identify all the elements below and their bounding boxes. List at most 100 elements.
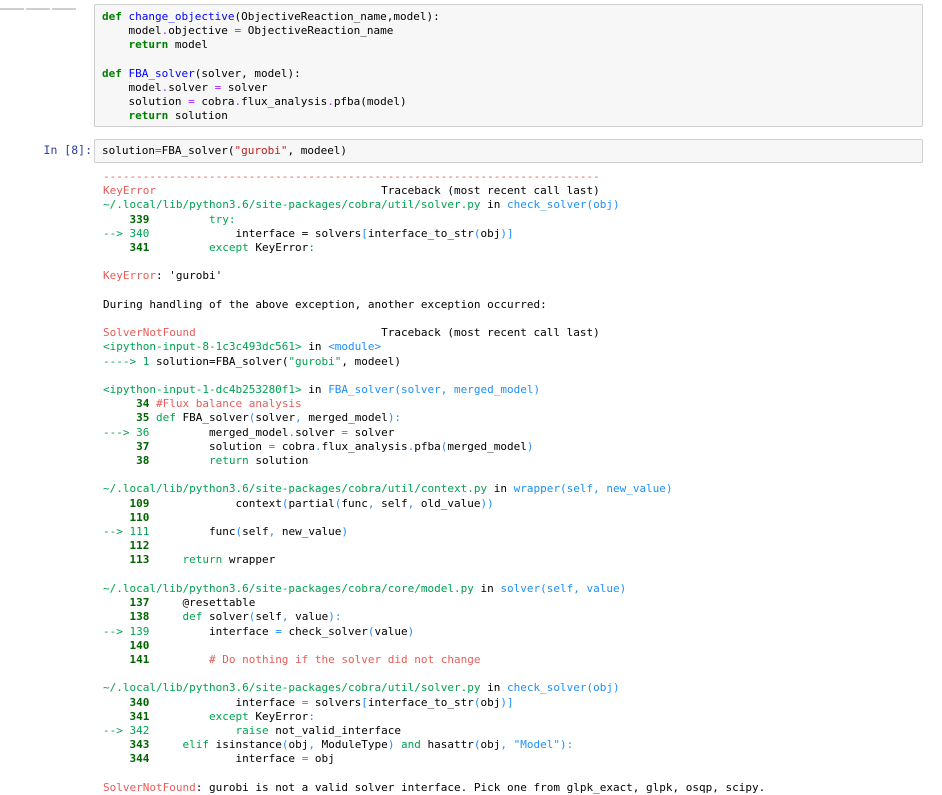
code-token: 37: [103, 439, 156, 453]
cell-code: def change_objective(ObjectiveReaction_n…: [102, 10, 922, 124]
traceback-line: 341 except KeyError:: [103, 710, 933, 724]
code-token: isinstance: [208, 738, 282, 752]
code-token: @resettable: [149, 596, 256, 610]
code-cell-solver-call[interactable]: solution=FBA_solver("gurobi", modeel): [94, 139, 923, 163]
code-token: objective: [168, 24, 235, 38]
code-line: model.solver = solver: [102, 81, 922, 95]
code-token: in: [301, 383, 329, 397]
code-token: pfba: [414, 439, 441, 453]
traceback-line: SolverNotFound Traceback (most recent ca…: [103, 326, 933, 340]
code-token: flux_analysis: [241, 95, 328, 109]
code-line: return solution: [102, 109, 922, 123]
code-token: ~/.local/lib/python3.6/site-packages/cob…: [103, 198, 481, 212]
code-token: # Do nothing if the solver did not chang…: [149, 652, 481, 666]
traceback-line: [103, 284, 933, 298]
traceback-line: [103, 255, 933, 269]
traceback-output: ----------------------------------------…: [103, 170, 933, 795]
code-token: solver: [255, 411, 296, 425]
code-token: #Flux balance analysis: [155, 397, 302, 411]
traceback-line: --> 139 interface = check_solver(value): [103, 625, 933, 639]
traceback-line: ----------------------------------------…: [103, 170, 933, 184]
code-token: def: [102, 10, 129, 23]
code-token: 112: [103, 539, 150, 553]
code-token: 344: [103, 752, 150, 766]
code-token: func: [341, 496, 368, 510]
previous-cell-edge: [0, 0, 90, 10]
code-token: ObjectiveReaction_name: [241, 24, 394, 38]
code-token: FBA_solver(: [161, 144, 235, 157]
traceback-line: 339 try:: [103, 213, 933, 227]
code-line: solution = cobra.flux_analysis.pfba(mode…: [102, 95, 922, 109]
traceback-line: 344 interface = obj: [103, 752, 933, 766]
code-token: cobra: [275, 439, 315, 453]
code-token: --> 139: [103, 624, 150, 638]
code-token: (self, new_value): [559, 482, 673, 496]
traceback-line: --> 111 func(self, new_value): [103, 525, 933, 539]
code-token: solver: [500, 581, 541, 595]
code-token: =: [275, 624, 282, 638]
code-token: ,: [295, 411, 302, 425]
code-token: 110: [103, 510, 150, 524]
code-token: merged_model: [155, 425, 289, 439]
cell-prompt: In [8]:: [43, 143, 92, 157]
code-token: ,: [308, 738, 315, 752]
code-token: def: [155, 411, 176, 425]
code-token: =: [154, 144, 162, 157]
code-token: model: [102, 81, 162, 95]
code-token: ): [526, 439, 534, 453]
traceback-line: ----> 1 solution=FBA_solver("gurobi", mo…: [103, 355, 933, 369]
code-token: --> 342: [103, 723, 150, 737]
code-token: in: [487, 482, 514, 496]
traceback-text: ----------------------------------------…: [103, 170, 933, 795]
code-token: obj: [288, 738, 309, 752]
traceback-line: 37 solution = cobra.flux_analysis.pfba(m…: [103, 440, 933, 454]
code-token: 341: [103, 709, 150, 723]
code-token: --> 111: [103, 525, 150, 539]
code-token: obj: [308, 752, 335, 766]
code-token: interface_to_str: [367, 695, 474, 709]
code-token: ModuleType: [314, 738, 388, 752]
code-token: interface_to_str: [367, 226, 474, 240]
code-token: , modeel): [287, 144, 348, 157]
code-line: return model: [102, 38, 922, 52]
code-token: SolverNotFound: [103, 780, 196, 794]
code-token: not_valid_interface: [268, 723, 402, 737]
traceback-line: <ipython-input-8-1c3c493dc561> in <modul…: [103, 340, 933, 354]
traceback-line: 34 #Flux balance analysis: [103, 397, 933, 411]
code-token: KeyError: [103, 269, 156, 283]
code-token: in: [301, 340, 329, 354]
code-token: )): [480, 496, 494, 510]
traceback-line: 38 return solution: [103, 454, 933, 468]
code-token: 341: [103, 241, 150, 255]
code-token: obj: [480, 226, 501, 240]
code-token: 340: [103, 695, 150, 709]
code-cell-definitions[interactable]: def change_objective(ObjectiveReaction_n…: [94, 4, 923, 127]
code-token: interface: [149, 695, 302, 709]
code-token: (solver, model):: [194, 66, 301, 80]
code-token: ----------------------------------------…: [103, 170, 600, 183]
code-token: : 'gurobi': [155, 269, 223, 283]
code-token: model: [168, 38, 208, 52]
code-token: [: [361, 695, 368, 709]
code-token: <ipython-input-1-dc4b253280f1>: [103, 383, 302, 397]
traceback-line: [103, 369, 933, 383]
traceback-line: 138 def solver(self, value):: [103, 610, 933, 624]
code-token: def: [102, 66, 129, 80]
code-token: 34: [103, 397, 156, 411]
code-token: 141: [103, 652, 150, 666]
traceback-line: 343 elif isinstance(obj, ModuleType) and…: [103, 738, 933, 752]
traceback-line: ~/.local/lib/python3.6/site-packages/cob…: [103, 681, 933, 695]
code-token: (: [473, 695, 481, 709]
code-token: in: [473, 581, 501, 595]
code-token: <ipython-input-8-1c3c493dc561>: [103, 340, 302, 354]
code-token: solution: [102, 144, 155, 157]
code-token: model: [102, 24, 162, 38]
code-token: new_value: [275, 525, 342, 539]
code-token: During handling of the above exception, …: [103, 297, 547, 311]
code-token: wrapper: [222, 553, 276, 567]
code-token: [: [361, 226, 368, 240]
traceback-line: During handling of the above exception, …: [103, 298, 933, 312]
traceback-line: --> 340 interface = solvers[interface_to…: [103, 227, 933, 241]
